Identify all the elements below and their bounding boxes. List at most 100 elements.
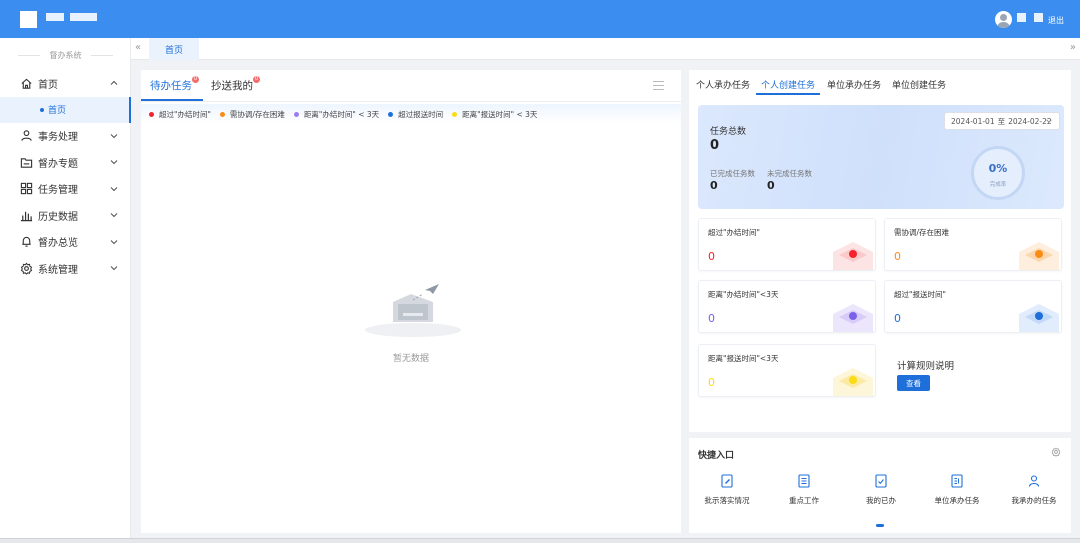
active-dot	[40, 107, 44, 112]
card-value: 0	[708, 250, 715, 263]
stat-card-coordination[interactable]: 需协调/存在困难 0	[884, 218, 1062, 271]
chevron-down-icon[interactable]	[109, 263, 119, 273]
stat-card-near-completion[interactable]: 距离"办结时间"<3天 0	[698, 280, 876, 333]
quick-item-my-done[interactable]: 我的已办	[846, 473, 916, 506]
sidebar-item-affairs[interactable]: 事务处理	[0, 123, 131, 150]
quick-item-label: 批示落实情况	[704, 496, 750, 505]
completion-rate: 0%	[988, 162, 1008, 175]
tab-unit-created[interactable]: 单位创建任务	[892, 78, 946, 91]
quick-item-label: 我的已办	[866, 496, 896, 505]
collapse-left-icon[interactable]: «	[135, 42, 141, 53]
sidebar-menu: 首页 首页 事务处理 督办专题 任务管理 历史数据 督办总览 系统管理	[0, 70, 131, 282]
todo-label: 未完成任务数	[767, 169, 812, 178]
date-range-picker[interactable]: 2024-01-01 至 2024-02-22	[944, 112, 1060, 130]
gear-icon[interactable]	[1051, 447, 1061, 457]
chevron-down-icon[interactable]	[109, 131, 119, 141]
legend-dot	[293, 111, 299, 117]
card-value: 0	[708, 312, 715, 325]
legend-dot	[219, 111, 225, 117]
sidebar-item-label: 系统管理	[38, 264, 78, 276]
blue-alert-icon	[1019, 304, 1059, 332]
quick-item-instructions[interactable]: 批示落实情况	[692, 473, 762, 506]
card-title: 距离"报送时间"<3天	[708, 354, 779, 363]
todo-panel: 待办任务 0 抄送我的 0 超过"办结时间" 需协调/存在困难 距离"办结时间"…	[141, 70, 681, 533]
list-menu-icon[interactable]	[653, 81, 664, 90]
sidebar-item-topics[interactable]: 督办专题	[0, 149, 131, 176]
home-icon	[21, 78, 32, 89]
chevron-down-icon[interactable]	[109, 210, 119, 220]
doc-check-icon	[875, 474, 887, 488]
tab-personal-created[interactable]: 个人创建任务	[761, 78, 815, 91]
person-icon	[1028, 475, 1040, 487]
task-summary-card: 任务总数 0 已完成任务数 未完成任务数 0 0 2024-01-01 至 20…	[698, 105, 1064, 209]
orange-alert-icon	[1019, 242, 1059, 270]
count-badge: 0	[192, 76, 199, 83]
scroll-right-icon[interactable]: »	[1070, 42, 1076, 53]
sidebar-item-history[interactable]: 历史数据	[0, 202, 131, 229]
total-value: 0	[710, 138, 720, 153]
active-tab-indicator	[756, 93, 820, 95]
stat-card-overdue-completion[interactable]: 超过"办结时间" 0	[698, 218, 876, 271]
completion-rate-ring: 0% 完成率	[971, 146, 1025, 200]
tab-todo-tasks[interactable]: 待办任务 0	[150, 76, 199, 93]
quick-item-my-handled[interactable]: 我承办的任务	[999, 473, 1069, 506]
sidebar-item-label: 任务管理	[38, 185, 78, 197]
chevron-down-icon[interactable]	[109, 157, 119, 167]
legend-item: 超过"办结时间"	[149, 109, 211, 120]
sidebar-item-home[interactable]: 首页	[0, 70, 131, 97]
gear-icon	[20, 262, 33, 275]
quick-entry-panel: 快捷入口 批示落实情况 重点工作 我的已办 单位承办任务 我承办的任务	[689, 438, 1071, 533]
chevron-down-icon	[1046, 119, 1052, 123]
sidebar-subitem-home[interactable]: 首页	[0, 96, 131, 123]
tab-home[interactable]: 首页	[149, 38, 200, 60]
sidebar-item-label: 首页	[38, 79, 58, 91]
app-name-block	[70, 13, 97, 21]
task-stats-panel: 个人承办任务 个人创建任务 单位承办任务 单位创建任务 任务总数 0 已完成任务…	[689, 70, 1071, 432]
yellow-alert-icon	[833, 368, 873, 396]
date-start: 2024-01-01	[951, 116, 995, 126]
card-value: 0	[894, 250, 901, 263]
done-value: 0	[710, 179, 718, 192]
bar-chart-icon	[20, 211, 33, 221]
sidebar-item-label: 历史数据	[38, 211, 78, 223]
calc-rule-title: 计算规则说明	[897, 361, 955, 372]
quick-item-label: 我承办的任务	[1011, 496, 1057, 505]
total-label: 任务总数	[710, 127, 747, 137]
stat-card-overdue-report[interactable]: 超过"报送时间" 0	[884, 280, 1062, 333]
chevron-down-icon[interactable]	[109, 237, 119, 247]
quick-item-label: 单位承办任务	[934, 496, 980, 505]
purple-alert-icon	[833, 304, 873, 332]
tab-personal-handled[interactable]: 个人承办任务	[696, 78, 750, 91]
legend-dot	[452, 111, 458, 117]
doc-grid-icon	[951, 474, 963, 488]
quick-item-key-work[interactable]: 重点工作	[769, 473, 839, 506]
empty-text: 暂无数据	[392, 354, 429, 364]
sidebar-item-overview[interactable]: 督办总览	[0, 229, 131, 256]
chevron-up-icon[interactable]	[109, 78, 119, 88]
completion-rate-label: 完成率	[989, 182, 1007, 188]
stat-card-near-report[interactable]: 距离"报送时间"<3天 0	[698, 344, 876, 397]
user-avatar-icon[interactable]	[995, 11, 1012, 28]
red-alert-icon	[833, 242, 873, 270]
quick-entry-title: 快捷入口	[698, 451, 735, 461]
tab-unit-handled[interactable]: 单位承办任务	[827, 78, 881, 91]
tab-cc-to-me[interactable]: 抄送我的 0	[211, 76, 260, 93]
view-rule-button[interactable]: 查看	[897, 375, 930, 391]
sidebar-item-system[interactable]: 系统管理	[0, 255, 131, 282]
sidebar: 督办系统 首页 首页 事务处理 督办专题 任务管理 历史数据 督办总览 系统管理	[0, 38, 131, 543]
carousel-indicator[interactable]	[876, 524, 884, 527]
chevron-down-icon[interactable]	[109, 184, 119, 194]
sidebar-item-label: 督办总览	[38, 238, 78, 250]
tab-label: 待办任务	[150, 80, 192, 92]
divider	[141, 101, 681, 102]
sidebar-item-tasks[interactable]: 任务管理	[0, 176, 131, 203]
card-title: 超过"办结时间"	[708, 228, 760, 237]
logout-link[interactable]: 退出	[1048, 15, 1064, 26]
grid-icon	[20, 183, 33, 195]
count-badge: 0	[253, 76, 260, 83]
quick-item-unit-tasks[interactable]: 单位承办任务	[922, 473, 992, 506]
doc-list-icon	[798, 474, 810, 488]
legend-item: 距离"办结时间" < 3天	[293, 109, 379, 120]
page-tab-bar: « 首页 »	[131, 38, 1080, 60]
app-logo	[20, 11, 37, 28]
